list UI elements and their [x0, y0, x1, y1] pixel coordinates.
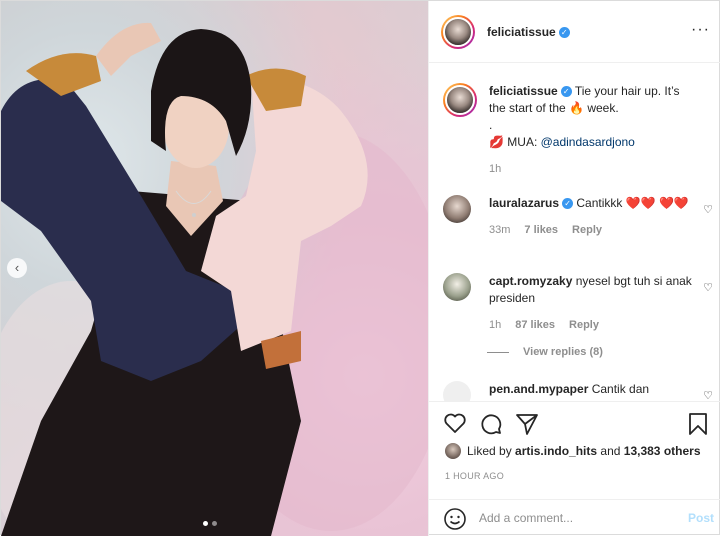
verified-badge-icon: ✓: [560, 86, 572, 97]
author-name-wrap: feliciatissue ✓: [487, 25, 570, 39]
reply-button[interactable]: Reply: [569, 319, 599, 331]
add-comment-bar: Add a comment... Post: [429, 499, 720, 536]
comment-text: lauralazarus ✓ Cantikkk ❤️❤️ ❤️❤️ 33m 7 li…: [489, 195, 699, 239]
post-header: feliciatissue ✓ ···: [429, 1, 720, 63]
caption-meta: 1h: [489, 161, 699, 178]
caption-text: feliciatissue ✓ Tie your hair up. It’s th…: [489, 83, 699, 178]
likes-summary[interactable]: Liked by artis.indo_hits and 13,383 othe…: [445, 443, 701, 459]
comment-bubble-icon[interactable]: [479, 412, 503, 436]
like-heart-icon[interactable]: [443, 412, 467, 434]
caption-mua-label: 💋 MUA:: [489, 135, 541, 149]
liker-avatar: [445, 443, 461, 459]
carousel-dot-active: [203, 521, 208, 526]
caption-time[interactable]: 1h: [489, 163, 501, 175]
photo-illustration: [1, 22, 428, 536]
reply-button[interactable]: Reply: [572, 224, 602, 236]
post-modal: ‹ feliciatissue ✓ ··· feliciatissue ✓ Tie …: [0, 0, 720, 536]
post-sidebar: feliciatissue ✓ ··· feliciatissue ✓ Tie yo…: [428, 1, 720, 536]
view-replies-button[interactable]: View replies (8): [487, 346, 603, 358]
comment-username[interactable]: pen.and.mypaper: [489, 382, 588, 396]
likes-and: and: [600, 444, 621, 458]
emoji-smile-icon[interactable]: [443, 507, 467, 531]
comment-meta: 1h 87 likes Reply: [489, 317, 699, 334]
caption-avatar[interactable]: [443, 83, 477, 117]
comment-time[interactable]: 1h: [489, 319, 501, 331]
comment-time[interactable]: 33m: [489, 224, 510, 236]
comment-like-heart-icon[interactable]: ♡: [703, 389, 713, 401]
mua-mention-link[interactable]: @adindasardjono: [541, 135, 635, 149]
comment-username[interactable]: capt.romyzaky: [489, 274, 572, 288]
share-paper-plane-icon[interactable]: [515, 412, 539, 436]
more-dots-icon[interactable]: ···: [691, 22, 710, 38]
commenter-avatar[interactable]: [443, 273, 471, 301]
carousel-prev-button[interactable]: ‹: [7, 258, 27, 278]
likes-prefix: Liked by: [467, 444, 512, 458]
commenter-avatar[interactable]: [443, 381, 471, 401]
commenter-avatar[interactable]: [443, 195, 471, 223]
caption-dot: .: [489, 118, 493, 132]
comment-likes[interactable]: 87 likes: [515, 319, 555, 331]
author-username[interactable]: feliciatissue: [487, 25, 556, 39]
others-count[interactable]: 13,383 others: [624, 444, 701, 458]
comment-likes[interactable]: 7 likes: [524, 224, 558, 236]
comment-text: pen.and.mypaper Cantik dan: [489, 381, 699, 398]
verified-badge-icon: ✓: [562, 198, 574, 209]
comment-like-heart-icon[interactable]: ♡: [703, 281, 713, 294]
verified-badge-icon: ✓: [558, 27, 570, 38]
post-time-ago[interactable]: 1 HOUR AGO: [445, 471, 504, 481]
liked-by-username[interactable]: artis.indo_hits: [515, 444, 597, 458]
comment-body: Cantikkk ❤️❤️ ❤️❤️: [576, 196, 689, 210]
save-bookmark-icon[interactable]: [687, 412, 709, 436]
comment-username[interactable]: lauralazarus: [489, 196, 559, 210]
comment-meta: 33m 7 likes Reply: [489, 222, 699, 239]
author-avatar[interactable]: [441, 15, 475, 49]
action-icons-row: [443, 412, 709, 436]
comment-text: capt.romyzaky nyesel bgt tuh si anak pre…: [489, 273, 699, 334]
comment-input[interactable]: Add a comment...: [479, 511, 573, 525]
comment-body: Cantik dan: [591, 382, 650, 396]
carousel-dot: [212, 521, 217, 526]
post-actions: Liked by artis.indo_hits and 13,383 othe…: [429, 401, 720, 499]
caption-username[interactable]: feliciatissue: [489, 84, 558, 98]
comments-scroll[interactable]: feliciatissue ✓ Tie your hair up. It’s th…: [429, 63, 720, 401]
post-photo[interactable]: ‹: [1, 1, 428, 536]
carousel-dots: [203, 521, 217, 526]
comment-like-heart-icon[interactable]: ♡: [703, 203, 713, 216]
post-comment-button[interactable]: Post: [688, 511, 714, 525]
